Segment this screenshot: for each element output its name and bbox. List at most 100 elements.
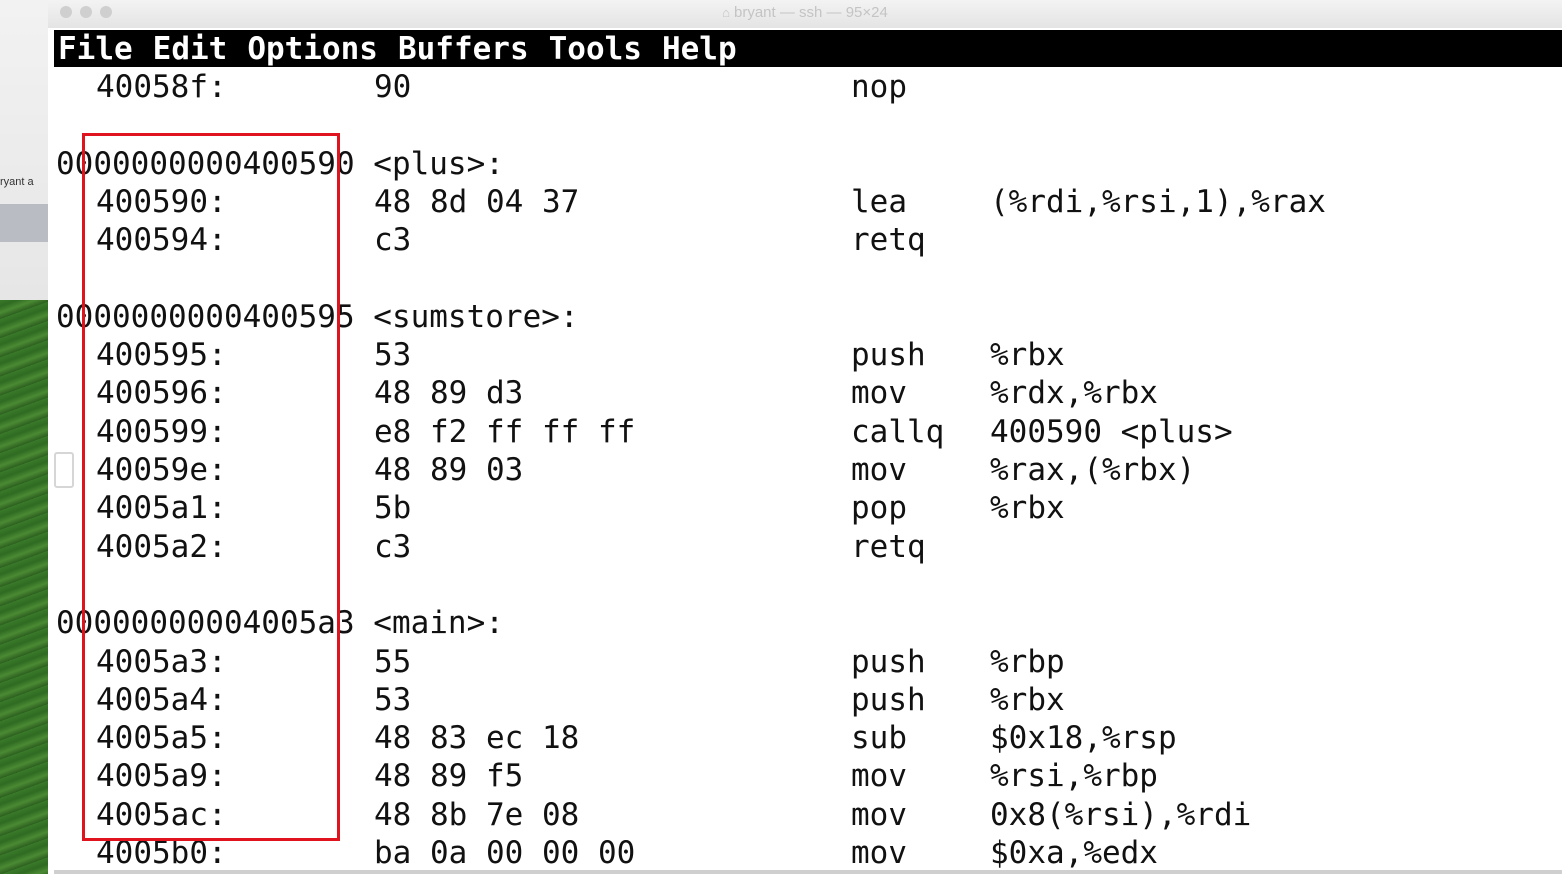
instruction-line: 40058f: 90 nop (54, 68, 1562, 106)
instruction-bytes: c3 (374, 528, 412, 565)
instruction-address: 400590: (96, 183, 227, 220)
instruction-mnemonic: pop (851, 490, 907, 527)
function-header-line: 0000000000400590 <plus>: (54, 145, 1562, 183)
instruction-bytes: 48 89 f5 (374, 758, 524, 795)
disassembly-buffer[interactable]: 40058f: 90 nop 0000000000400590 <plus>: 4005… (54, 67, 1562, 874)
instruction-operands: %rbp (990, 643, 1065, 680)
instruction-address: 4005a9: (96, 758, 227, 795)
instruction-bytes: c3 (374, 222, 412, 259)
instruction-mnemonic: lea (851, 183, 907, 220)
instruction-bytes: 48 89 03 (374, 452, 524, 488)
instruction-line: 4005b0: ba 0a 00 00 00 mov $0xa,%edx (54, 834, 1562, 872)
desktop-background: ryant a (0, 0, 48, 874)
instruction-line: 400594: c3 retq (54, 221, 1562, 259)
instruction-line: 4005a4: 53 push %rbx (54, 681, 1562, 719)
instruction-mnemonic: mov (851, 452, 907, 488)
instruction-bytes: 48 89 d3 (374, 375, 524, 412)
instruction-operands: $0x18,%rsp (990, 720, 1177, 757)
instruction-mnemonic: push (851, 681, 926, 718)
instruction-address: 4005b0: (96, 835, 227, 871)
instruction-bytes: 48 83 ec 18 (374, 720, 580, 757)
screen: ryant a ⌂ bryant — ssh — 95×24 File Edit … (0, 0, 1562, 874)
instruction-mnemonic: mov (851, 835, 907, 871)
instruction-mnemonic: push (851, 643, 926, 680)
instruction-line: 4005a3: 55 push %rbp (54, 643, 1562, 681)
background-window-edge (0, 0, 48, 300)
menu-help[interactable]: Help (662, 31, 737, 67)
instruction-operands: 400590 <plus> (990, 413, 1233, 450)
instruction-line: 400595: 53 push %rbx (54, 336, 1562, 374)
instruction-mnemonic: sub (851, 720, 907, 757)
instruction-address: 40058f: (96, 69, 227, 105)
function-header-line: 00000000004005a3 <main>: (54, 604, 1562, 642)
instruction-address: 400596: (96, 375, 227, 412)
instruction-bytes: 53 (374, 681, 412, 718)
instruction-operands: (%rdi,%rsi,1),%rax (990, 183, 1326, 220)
instruction-operands: %rbx (990, 681, 1065, 718)
instruction-address: 4005ac: (96, 796, 227, 833)
function-header: 0000000000400595 <sumstore>: (56, 298, 579, 335)
instruction-bytes: 5b (374, 490, 412, 527)
window-title-text: bryant — ssh — 95×24 (734, 4, 888, 21)
menu-buffers[interactable]: Buffers (398, 31, 529, 67)
instruction-address: 4005a5: (96, 720, 227, 757)
instruction-bytes: e8 f2 ff ff ff (374, 413, 636, 450)
function-header: 00000000004005a3 <main>: (56, 605, 504, 642)
instruction-address: 400599: (96, 413, 227, 450)
window-titlebar[interactable]: ⌂ bryant — ssh — 95×24 (48, 0, 1562, 28)
instruction-line: 4005a1: 5b pop %rbx (54, 489, 1562, 527)
instruction-operands: 0x8(%rsi),%rdi (990, 796, 1252, 833)
instruction-mnemonic: callq (851, 413, 945, 450)
desktop-wallpaper (0, 300, 48, 874)
menu-tools[interactable]: Tools (549, 31, 642, 67)
instruction-line: 4005a9: 48 89 f5 mov %rsi,%rbp (54, 757, 1562, 795)
menu-bar: File Edit Options Buffers Tools Help (54, 30, 1562, 67)
function-header: 0000000000400590 <plus>: (56, 145, 504, 182)
menu-edit[interactable]: Edit (153, 31, 228, 67)
home-icon: ⌂ (722, 5, 730, 20)
instruction-bytes: 55 (374, 643, 412, 680)
instruction-mnemonic: nop (851, 69, 907, 105)
instruction-operands: $0xa,%edx (990, 835, 1158, 871)
instruction-operands: %rbx (990, 337, 1065, 374)
window-bottom-border (54, 870, 1562, 874)
instruction-line: 400596: 48 89 d3 mov %rdx,%rbx (54, 374, 1562, 412)
instruction-operands: %rbx (990, 490, 1065, 527)
instruction-address: 4005a3: (96, 643, 227, 680)
instruction-bytes: ba 0a 00 00 00 (374, 835, 636, 871)
instruction-line: 40059e: 48 89 03 mov %rax,(%rbx) (54, 451, 1562, 489)
instruction-address: 40059e: (96, 452, 227, 488)
instruction-line: 400590: 48 8d 04 37 lea (%rdi,%rsi,1),%rax (54, 183, 1562, 221)
instruction-mnemonic: push (851, 337, 926, 374)
menu-file[interactable]: File (58, 31, 133, 67)
instruction-mnemonic: mov (851, 758, 907, 795)
background-window-label: ryant a (0, 176, 34, 188)
instruction-bytes: 90 (374, 69, 412, 105)
menu-options[interactable]: Options (247, 31, 378, 67)
instruction-operands: %rax,(%rbx) (990, 452, 1196, 488)
instruction-mnemonic: mov (851, 375, 907, 412)
instruction-address: 4005a1: (96, 490, 227, 527)
instruction-operands: %rdx,%rbx (990, 375, 1158, 412)
instruction-operands: %rsi,%rbp (990, 758, 1158, 795)
window-title: ⌂ bryant — ssh — 95×24 (48, 4, 1562, 21)
instruction-line: 4005ac: 48 8b 7e 08 mov 0x8(%rsi),%rdi (54, 796, 1562, 834)
instruction-mnemonic: retq (851, 528, 926, 565)
instruction-line: 400599: e8 f2 ff ff ff callq 400590 <plus> (54, 413, 1562, 451)
background-window-bar (0, 204, 48, 242)
instruction-address: 4005a4: (96, 681, 227, 718)
instruction-address: 4005a2: (96, 528, 227, 565)
instruction-line: 4005a2: c3 retq (54, 528, 1562, 566)
instruction-mnemonic: retq (851, 222, 926, 259)
instruction-mnemonic: mov (851, 796, 907, 833)
text-cursor-marker (54, 452, 74, 488)
instruction-bytes: 48 8b 7e 08 (374, 796, 580, 833)
instruction-address: 400595: (96, 337, 227, 374)
function-header-line: 0000000000400595 <sumstore>: (54, 298, 1562, 336)
instruction-line: 4005a5: 48 83 ec 18 sub $0x18,%rsp (54, 719, 1562, 757)
instruction-bytes: 48 8d 04 37 (374, 183, 580, 220)
instruction-bytes: 53 (374, 337, 412, 374)
